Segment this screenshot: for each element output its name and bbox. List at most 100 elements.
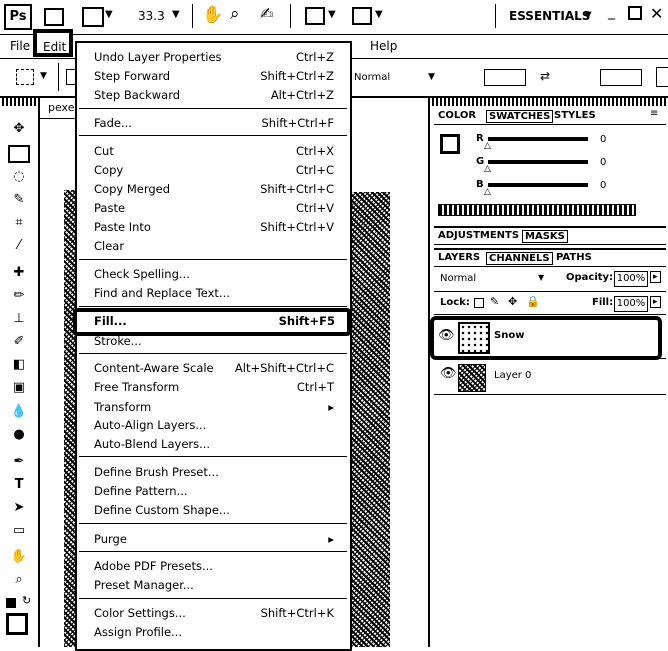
layer-name[interactable]: Snow bbox=[494, 330, 524, 341]
chevron-down-icon[interactable]: ▼ bbox=[328, 9, 336, 20]
color-ramp[interactable] bbox=[438, 204, 636, 216]
restore-icon[interactable] bbox=[628, 6, 642, 20]
b-value[interactable]: 0 bbox=[600, 180, 606, 191]
lock-position-icon[interactable]: ✥ bbox=[508, 295, 517, 308]
panel-menu-icon[interactable]: ≡ bbox=[650, 108, 658, 119]
swap-icon[interactable]: ⇄ bbox=[540, 69, 550, 83]
quick-selection-tool-icon[interactable]: ✎ bbox=[8, 191, 30, 209]
brush-tool-icon[interactable]: ✏ bbox=[8, 287, 30, 305]
tab-styles[interactable]: STYLES bbox=[554, 110, 596, 121]
panel-dock-grip[interactable] bbox=[432, 98, 668, 106]
menu-item-auto-blend[interactable]: Auto-Blend Layers... bbox=[94, 435, 334, 453]
tab-layers[interactable]: LAYERS bbox=[438, 252, 480, 263]
opacity-field[interactable]: 100% bbox=[614, 271, 648, 287]
eyedropper-tool-icon[interactable]: ⁄ bbox=[8, 237, 30, 255]
menu-item-find-replace[interactable]: Find and Replace Text... bbox=[94, 284, 334, 302]
layer-row-layer-0[interactable]: 👁 Layer 0 bbox=[434, 360, 664, 394]
tab-color[interactable]: COLOR bbox=[438, 110, 476, 121]
menu-item-fade[interactable]: Fade... Shift+Ctrl+F bbox=[94, 114, 334, 132]
menu-item-pdf-presets[interactable]: Adobe PDF Presets... bbox=[94, 557, 334, 575]
gradient-tool-icon[interactable]: ▣ bbox=[8, 379, 30, 397]
menu-file[interactable]: File bbox=[10, 39, 30, 53]
chevron-down-icon[interactable]: ▼ bbox=[428, 72, 435, 82]
menu-item-auto-align[interactable]: Auto-Align Layers... bbox=[94, 416, 334, 434]
menu-item-free-transform[interactable]: Free Transform Ctrl+T bbox=[94, 378, 334, 396]
r-slider-handle-icon[interactable]: △ bbox=[484, 141, 491, 151]
foreground-swatch[interactable] bbox=[440, 134, 460, 154]
swap-colors-icon[interactable]: ↻ bbox=[22, 594, 31, 607]
chevron-down-icon[interactable]: ▼ bbox=[40, 71, 47, 81]
path-selection-tool-icon[interactable]: ➤ bbox=[8, 499, 30, 517]
tools-panel-grip[interactable] bbox=[2, 98, 36, 106]
menu-item-clear[interactable]: Clear bbox=[94, 237, 334, 255]
menu-item-copy-merged[interactable]: Copy Merged Shift+Ctrl+C bbox=[94, 180, 334, 198]
menu-item-preset-manager[interactable]: Preset Manager... bbox=[94, 576, 334, 594]
chevron-down-icon[interactable]: ▼ bbox=[375, 9, 383, 20]
blur-tool-icon[interactable]: 💧 bbox=[8, 403, 30, 421]
screen-mode-icon[interactable] bbox=[352, 7, 372, 25]
lasso-tool-icon[interactable]: ◌ bbox=[8, 168, 30, 186]
lock-transparency-icon[interactable] bbox=[474, 298, 484, 308]
opacity-arrow-icon[interactable]: ▸ bbox=[650, 271, 661, 283]
g-slider-handle-icon[interactable]: △ bbox=[484, 164, 491, 174]
width-field[interactable] bbox=[484, 69, 526, 86]
arrange-documents-icon[interactable] bbox=[305, 7, 325, 25]
tab-channels[interactable]: CHANNELS bbox=[486, 252, 553, 265]
move-tool-icon[interactable]: ✥ bbox=[8, 120, 30, 138]
menu-item-purge[interactable]: Purge ▸ bbox=[94, 530, 334, 548]
zoom-tool-icon[interactable]: ⌕ bbox=[230, 4, 240, 24]
blend-mode-select[interactable]: Normal bbox=[354, 72, 390, 83]
b-slider-handle-icon[interactable]: △ bbox=[484, 187, 491, 197]
marquee-preset-icon[interactable] bbox=[16, 69, 34, 85]
menu-item-assign-profile[interactable]: Assign Profile... bbox=[94, 623, 334, 641]
b-slider[interactable] bbox=[488, 183, 588, 187]
zoom-tool-icon[interactable]: ⌕ bbox=[8, 571, 30, 589]
workspace-dropdown-icon[interactable]: ▼ bbox=[584, 10, 592, 21]
crop-tool-icon[interactable]: ⌗ bbox=[8, 214, 30, 232]
refine-edge-button[interactable] bbox=[656, 67, 668, 87]
dodge-tool-icon[interactable]: ● bbox=[8, 426, 30, 444]
type-tool-icon[interactable]: T bbox=[8, 476, 30, 494]
menu-item-define-custom-shape[interactable]: Define Custom Shape... bbox=[94, 501, 334, 519]
chevron-down-icon[interactable]: ▼ bbox=[105, 9, 113, 20]
zoom-level[interactable]: 33.3 bbox=[138, 9, 165, 23]
clone-stamp-tool-icon[interactable]: ⊥ bbox=[8, 310, 30, 328]
menu-item-paste[interactable]: Paste Ctrl+V bbox=[94, 199, 334, 217]
workspace-switcher[interactable]: ESSENTIALS bbox=[509, 9, 590, 23]
eraser-tool-icon[interactable]: ◧ bbox=[8, 356, 30, 374]
menu-item-undo[interactable]: Undo Layer Properties Ctrl+Z bbox=[94, 48, 334, 66]
r-slider[interactable] bbox=[488, 137, 588, 141]
bridge-icon[interactable] bbox=[44, 8, 64, 26]
canvas-image-left[interactable] bbox=[64, 190, 75, 647]
r-value[interactable]: 0 bbox=[600, 134, 606, 145]
menu-item-paste-into[interactable]: Paste Into Shift+Ctrl+V bbox=[94, 218, 334, 236]
rotate-view-icon[interactable]: ✍ bbox=[260, 4, 273, 23]
menu-item-define-brush[interactable]: Define Brush Preset... bbox=[94, 463, 334, 481]
foreground-color-swatch[interactable] bbox=[6, 613, 28, 635]
menu-item-color-settings[interactable]: Color Settings... Shift+Ctrl+K bbox=[94, 604, 334, 622]
menu-help[interactable]: Help bbox=[370, 39, 397, 53]
close-icon[interactable]: ✕ bbox=[650, 4, 663, 23]
menu-item-step-forward[interactable]: Step Forward Shift+Ctrl+Z bbox=[94, 67, 334, 85]
visibility-eye-icon[interactable]: 👁 bbox=[440, 366, 457, 381]
marquee-tool-icon[interactable] bbox=[8, 145, 30, 163]
menu-item-stroke[interactable]: Stroke... bbox=[94, 332, 334, 350]
healing-brush-tool-icon[interactable]: ✚ bbox=[8, 264, 30, 282]
g-value[interactable]: 0 bbox=[600, 157, 606, 168]
tab-adjustments[interactable]: ADJUSTMENTS bbox=[438, 230, 519, 241]
menu-item-content-aware-scale[interactable]: Content-Aware Scale Alt+Shift+Ctrl+C bbox=[94, 359, 334, 377]
fill-field[interactable]: 100% bbox=[614, 296, 648, 312]
zoom-dropdown-icon[interactable]: ▼ bbox=[172, 9, 180, 20]
tab-swatches[interactable]: SWATCHES bbox=[486, 110, 554, 123]
lock-pixels-icon[interactable]: ✎ bbox=[490, 295, 499, 308]
layer-row-snow[interactable]: 👁 Snow bbox=[430, 316, 662, 360]
document-tab[interactable]: pexe bbox=[40, 98, 77, 119]
hand-tool-icon[interactable]: ✋ bbox=[202, 5, 223, 25]
menu-edit[interactable]: Edit bbox=[33, 29, 73, 57]
pen-tool-icon[interactable]: ✒ bbox=[8, 453, 30, 471]
shape-tool-icon[interactable]: ▭ bbox=[8, 522, 30, 540]
menu-item-step-backward[interactable]: Step Backward Alt+Ctrl+Z bbox=[94, 86, 334, 104]
menu-item-cut[interactable]: Cut Ctrl+X bbox=[94, 142, 334, 160]
layer-blend-mode-select[interactable]: Normal bbox=[440, 273, 476, 284]
lock-all-icon[interactable]: 🔒 bbox=[526, 295, 540, 308]
